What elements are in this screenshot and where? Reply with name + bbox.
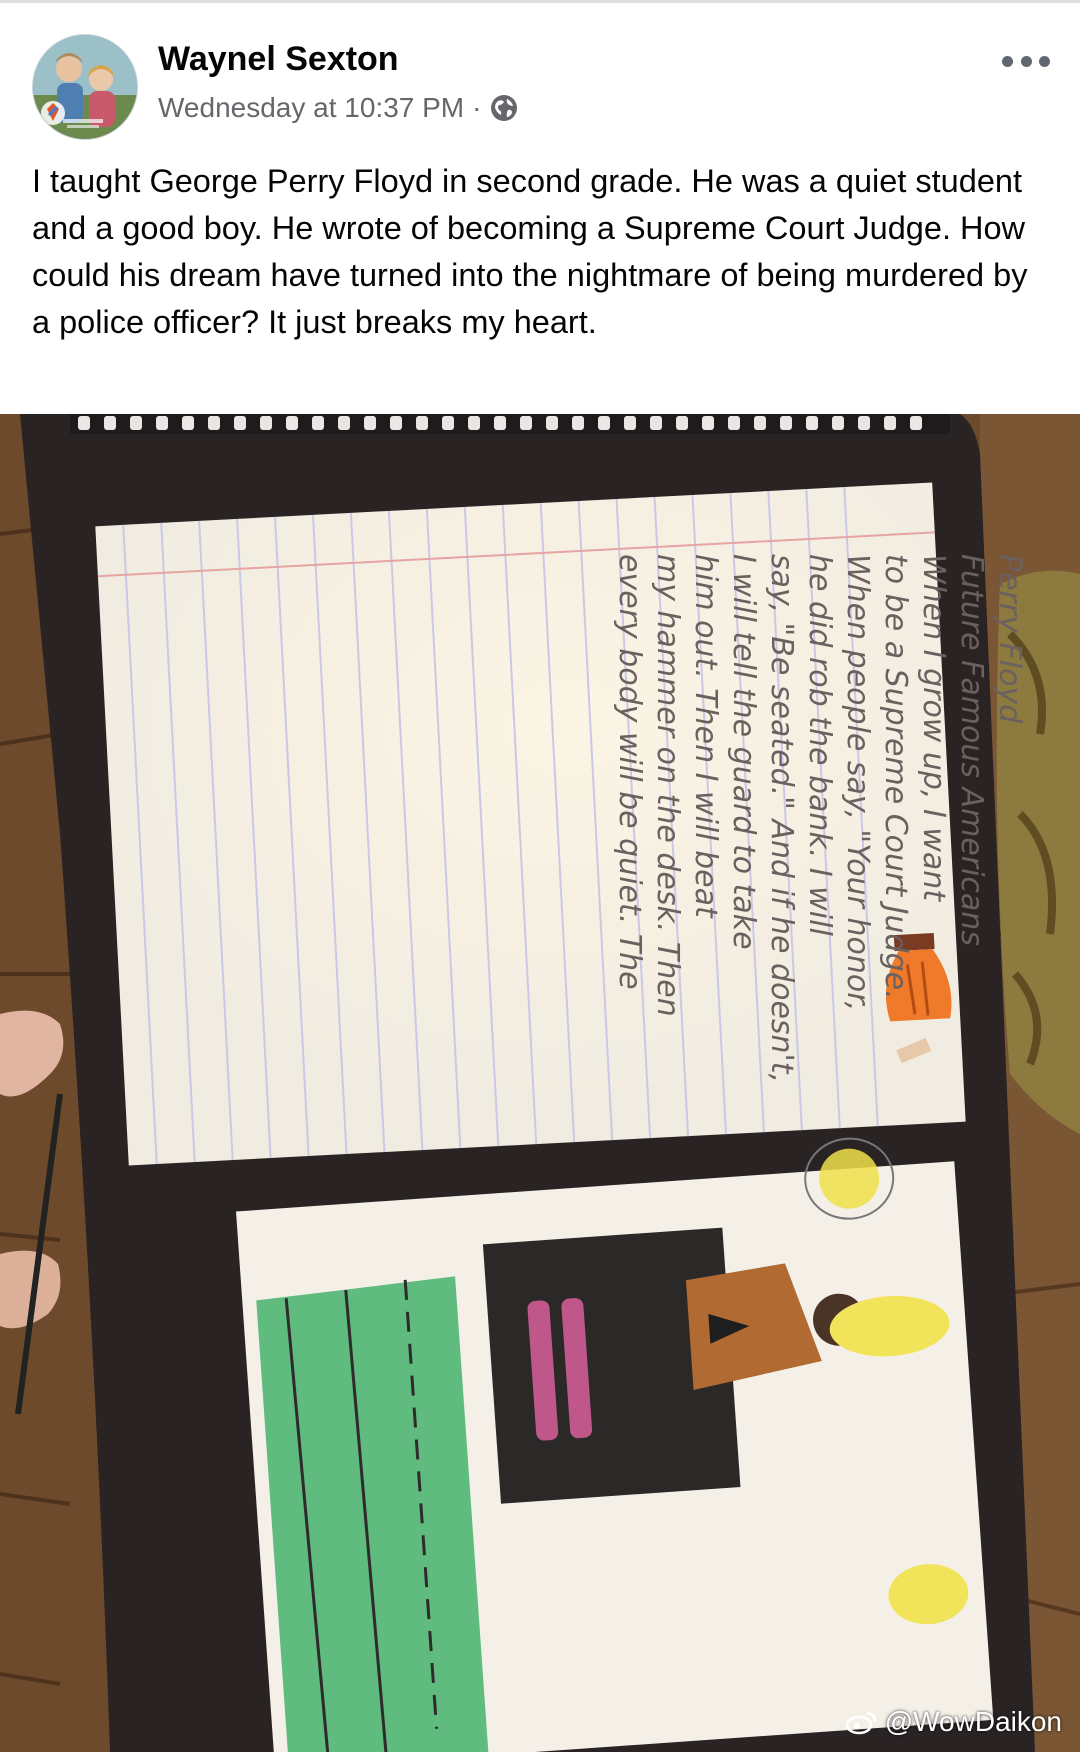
watermark: @WowDaikon — [845, 1706, 1062, 1738]
watermark-handle: @WowDaikon — [884, 1706, 1062, 1737]
meta-separator: · — [472, 92, 482, 123]
author-name[interactable]: Waynel Sexton — [158, 40, 399, 79]
post-timestamp[interactable]: Wednesday at 10:37 PM — [158, 92, 464, 124]
top-divider — [0, 0, 1080, 3]
handwriting-line-7: say, "Be seated." And if he doesn't, — [764, 554, 799, 1083]
more-options-icon[interactable] — [1002, 50, 1050, 72]
post-meta: Wednesday at 10:37 PM · — [158, 92, 519, 124]
handwriting-line-2: Future Famous Americans — [954, 554, 989, 946]
author-avatar[interactable] — [32, 34, 138, 140]
post-header: Waynel Sexton Wednesday at 10:37 PM · — [0, 30, 1080, 140]
handwriting-line-8: I will tell the guard to take — [726, 554, 761, 950]
handwriting-line-6: he did rob the bank. I will — [802, 554, 837, 936]
weibo-icon — [845, 1711, 876, 1735]
handwriting-line-1: Perry Floyd — [992, 554, 1027, 724]
notebook-photo: Perry Floyd Future Famous Americans When… — [0, 414, 1080, 1757]
handwriting-line-5: When people say, "Your honor, — [840, 554, 875, 1011]
handwriting-line-10: my hammer on the desk. Then — [650, 554, 685, 1017]
post-photo[interactable]: Perry Floyd Future Famous Americans When… — [0, 414, 1080, 1757]
handwriting-line-11: every body will be quiet. The — [612, 554, 647, 990]
post-text: I taught George Perry Floyd in second gr… — [32, 163, 1028, 340]
avatar-photo — [33, 35, 137, 139]
handwriting-line-4: to be a Supreme Court Judge. — [878, 554, 913, 1000]
globe-icon — [491, 95, 518, 121]
handwriting-line-3: When I grow up, I want — [916, 554, 951, 902]
handwriting-line-9: him out. Then I will beat — [688, 554, 723, 919]
